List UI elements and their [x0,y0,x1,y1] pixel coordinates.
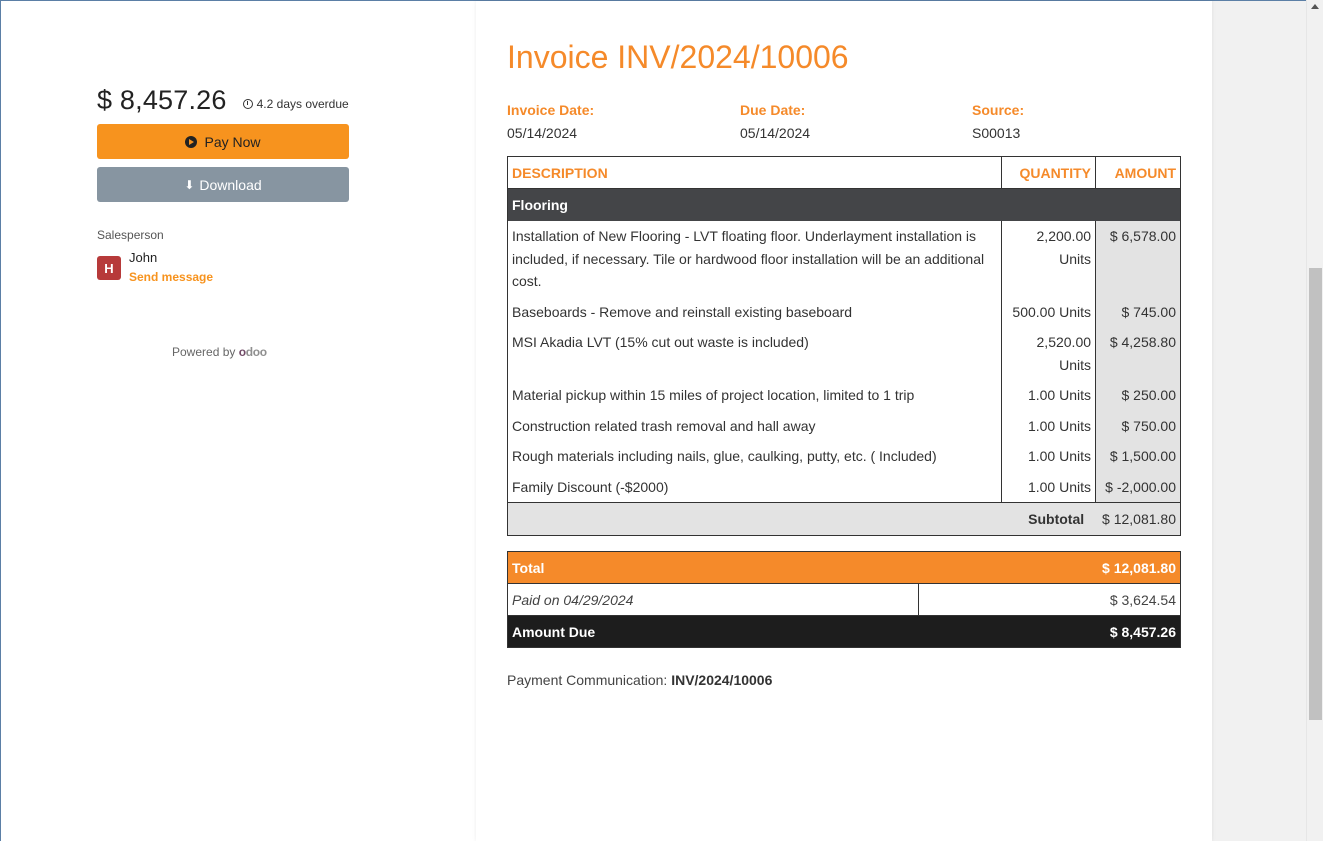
line-amount: $ 750.00 [1095,410,1181,441]
column-header-quantity: QUANTITY [1001,156,1097,189]
table-row: Baseboards - Remove and reinstall existi… [506,296,1181,327]
invoice-document: Invoice INV/2024/10006 Invoice Date: 05/… [476,1,1212,841]
section-row: Flooring [507,188,1181,221]
line-description: Baseboards - Remove and reinstall existi… [506,296,1003,327]
overdue-text: 4.2 days overdue [256,97,349,111]
subtotal-row: Subtotal $ 12,081.80 [507,502,1181,536]
table-row: Rough materials including nails, glue, c… [506,441,1181,472]
line-description: Family Discount (-$2000) [506,471,1003,503]
column-header-description: DESCRIPTION [506,156,1003,189]
section-label: Flooring [507,188,1181,221]
download-label: Download [199,176,262,193]
odoo-logo: odoo [238,345,267,359]
line-amount: $ 6,578.00 [1095,221,1181,297]
subtotal-value: $ 12,081.80 [1102,511,1176,527]
line-amount: $ 4,258.80 [1095,327,1181,380]
payment-communication-label: Payment Communication: [507,672,668,688]
overdue-badge: 4.2 days overdue [242,97,349,111]
invoice-date-block: Invoice Date: 05/14/2024 [507,102,594,141]
download-icon: ⬇ [184,177,195,192]
line-description: MSI Akadia LVT (15% cut out waste is inc… [506,327,1003,380]
due-date-label: Due Date: [740,102,806,118]
subtotal-cell: Subtotal $ 12,081.80 [507,502,1181,536]
table-header-row: DESCRIPTION QUANTITY AMOUNT [506,156,1181,189]
due-date-block: Due Date: 05/14/2024 [740,102,810,141]
scroll-up-icon[interactable] [1311,4,1319,9]
invoice-title: Invoice INV/2024/10006 [507,39,849,75]
line-quantity: 2,200.00 Units [1001,221,1097,297]
download-button[interactable]: ⬇ Download [97,167,349,202]
page-scrollbar[interactable] [1306,0,1323,841]
line-description: Installation of New Flooring - LVT float… [506,221,1003,297]
subtotal-label: Subtotal [1028,511,1085,527]
table-row: Construction related trash removal and h… [506,410,1181,441]
source-block: Source: S00013 [972,102,1024,141]
source-value: S00013 [972,125,1021,141]
source-label: Source: [972,102,1025,118]
scrollbar-thumb[interactable] [1309,268,1322,720]
payment-communication: Payment Communication: INV/2024/10006 [507,672,772,688]
line-quantity: 2,520.00 Units [1001,327,1097,380]
amount-due-summary: $ 8,457.26 4.2 days overdue [97,85,349,116]
amount-due-total: $ 8,457.26 [918,615,1181,648]
table-row: Installation of New Flooring - LVT float… [506,221,1181,297]
invoice-date-value: 05/14/2024 [507,125,578,141]
total-label: Total [506,551,919,584]
line-description: Construction related trash removal and h… [506,410,1003,441]
pay-now-button[interactable]: Pay Now [97,124,349,159]
due-date-value: 05/14/2024 [740,125,811,141]
line-amount: $ 745.00 [1095,296,1181,327]
total-row: Total $ 12,081.80 [506,551,1181,584]
amount-due-label: Amount Due [506,615,919,648]
column-header-amount: AMOUNT [1095,156,1181,189]
amount-due-value: $ 8,457.26 [97,85,227,115]
invoice-sidebar: $ 8,457.26 4.2 days overdue Pay Now ⬇ Do… [0,1,476,841]
line-quantity: 1.00 Units [1001,441,1097,472]
line-quantity: 1.00 Units [1001,380,1097,411]
invoice-lines-table: DESCRIPTION QUANTITY AMOUNT Flooring Ins… [506,156,1181,536]
line-quantity: 1.00 Units [1001,410,1097,441]
salesperson-name: John [129,250,158,265]
powered-by-text: Powered by [172,345,236,359]
line-amount: $ 1,500.00 [1095,441,1181,472]
salesperson-label: Salesperson [97,228,164,242]
line-quantity: 1.00 Units [1001,471,1097,503]
total-value: $ 12,081.80 [918,551,1181,584]
line-description: Material pickup within 15 miles of proje… [506,380,1003,411]
payment-row: Paid on 04/29/2024 $ 3,624.54 [506,583,1181,616]
send-message-link[interactable]: Send message [129,270,213,284]
paid-on-label: Paid on 04/29/2024 [506,583,920,616]
arrow-circle-right-icon [185,135,198,148]
line-amount: $ -2,000.00 [1095,471,1181,503]
paid-amount: $ 3,624.54 [918,583,1181,616]
line-quantity: 500.00 Units [1001,296,1097,327]
table-row: Material pickup within 15 miles of proje… [506,380,1181,411]
invoice-date-label: Invoice Date: [507,102,595,118]
payment-communication-value: INV/2024/10006 [671,672,773,688]
line-description: Rough materials including nails, glue, c… [506,441,1003,472]
table-row: Family Discount (-$2000) 1.00 Units $ -2… [506,471,1181,503]
table-row: MSI Akadia LVT (15% cut out waste is inc… [506,327,1181,380]
clock-icon [242,99,253,109]
line-amount: $ 250.00 [1095,380,1181,411]
totals-table: Total $ 12,081.80 Paid on 04/29/2024 $ 3… [506,551,1181,648]
powered-by[interactable]: Powered by odoo [172,345,267,359]
pay-now-label: Pay Now [204,133,261,150]
avatar: H [97,256,121,280]
amount-due-row: Amount Due $ 8,457.26 [506,615,1181,648]
